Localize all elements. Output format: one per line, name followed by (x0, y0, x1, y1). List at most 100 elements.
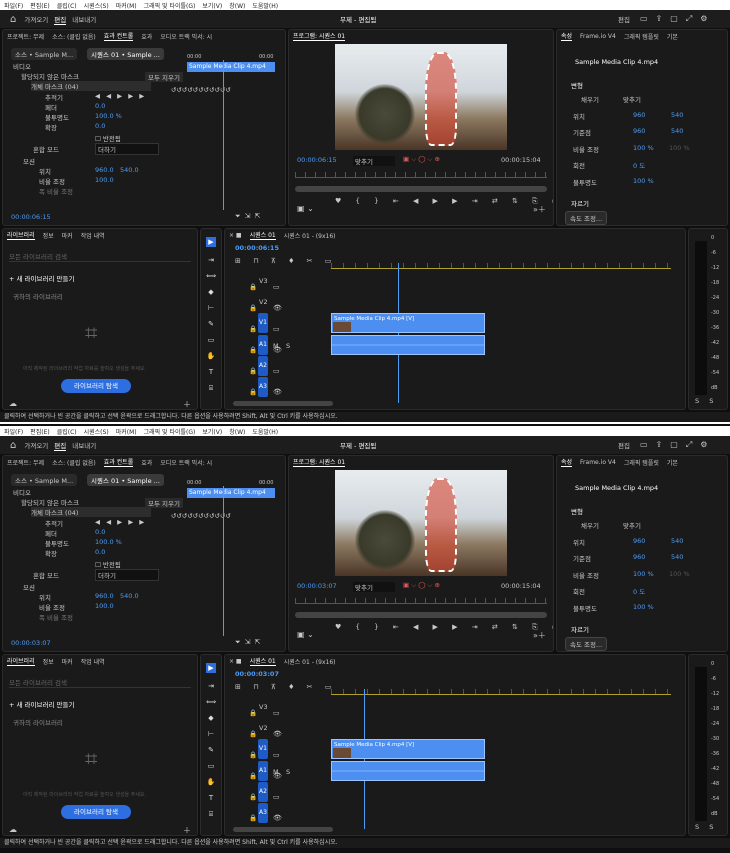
audio-clip[interactable] (331, 761, 485, 781)
menu-sequence[interactable]: 시퀀스(S) (84, 427, 109, 436)
fill-button[interactable]: 채우기 (581, 94, 599, 104)
timeline-ruler[interactable] (331, 689, 671, 695)
monitor-settings-icon[interactable]: ▣ ⌄ (297, 630, 314, 639)
menu-clip[interactable]: 클립(C) (57, 1, 77, 10)
track-select-icon[interactable]: ⇥ (206, 255, 216, 265)
transform-label[interactable]: 변형 (571, 80, 583, 90)
video-clip[interactable]: Sample Media Clip 4.mp4 [V] (331, 739, 485, 759)
tab-export[interactable]: 내보내기 (72, 440, 96, 450)
timeline-tools[interactable]: ⊞ ⊓ ⊼ ♦ ✂ ▭ (235, 257, 336, 265)
mute-label-a1[interactable]: M (273, 768, 279, 776)
timeline-tools[interactable]: ⊞ ⊓ ⊼ ♦ ✂ ▭ (235, 683, 336, 691)
add-button-icon[interactable]: »＋ (533, 204, 546, 215)
menu-view[interactable]: 보기(V) (202, 427, 222, 436)
tab-effects[interactable]: 효과 (141, 458, 152, 467)
ec-footer-icons[interactable]: ⏷⇲⇱ (235, 212, 264, 221)
menu-file[interactable]: 파일(F) (4, 427, 23, 436)
track-lock-icons[interactable]: 🔒 🔒 🔒 🔒 🔒 🔒 (249, 703, 257, 829)
caption-tool-icon[interactable]: ⌸ (206, 809, 216, 819)
mute-label-a1[interactable]: M (273, 342, 279, 350)
ec-playhead[interactable] (223, 60, 224, 210)
ec-clip-bar[interactable]: Sample Media Clip 4.mp4 (187, 488, 275, 498)
program-timecode[interactable]: 00:00:06:15 (297, 156, 337, 164)
timeline-timecode[interactable]: 00:00:03:07 (235, 670, 279, 678)
transport-controls[interactable]: ♥ { } ⇤ ◀ ▶ ▶ ⇥ ⇄ ⇅ ⎘ ◉ (335, 197, 553, 206)
speed-button[interactable]: 속도 조정... (565, 211, 608, 225)
audio-clip[interactable] (331, 335, 485, 355)
library-search-input[interactable]: 모든 라이브러리 검색 (9, 251, 191, 262)
track-v1-target[interactable]: V1 (258, 313, 268, 333)
prop-pos-x[interactable]: 960 (633, 111, 645, 119)
timeline-timecode[interactable]: 00:00:06:15 (235, 244, 279, 252)
fit-dropdown[interactable]: 맞추기 (353, 156, 395, 166)
program-ruler[interactable] (295, 598, 547, 604)
ec-playhead[interactable] (223, 486, 224, 636)
tab-library[interactable]: 라이브러리 (7, 656, 35, 666)
prop-anc-y[interactable]: 540 (671, 553, 683, 561)
prop-opacity-value[interactable]: 100 % (633, 603, 654, 611)
menu-graphics[interactable]: 그래픽 및 타이틀(G) (144, 427, 196, 436)
menu-marker[interactable]: 마커(M) (116, 1, 137, 10)
type-tool-icon[interactable]: T (206, 793, 216, 803)
library-add-icon[interactable]: ＋ (183, 825, 191, 835)
hand-tool-icon[interactable]: ✋ (206, 351, 216, 361)
fit-button[interactable]: 맞추기 (623, 520, 641, 530)
object-mask-row[interactable]: 개체 마스크 (04) (31, 81, 151, 91)
menu-help[interactable]: 도움말(H) (252, 1, 278, 10)
track-lock-icons[interactable]: 🔒 🔒 🔒 🔒 🔒 🔒 (249, 277, 257, 403)
track-a2-target[interactable]: A2 (258, 356, 268, 376)
tab-effects[interactable]: 효과 (141, 32, 152, 41)
menu-window[interactable]: 창(W) (229, 1, 245, 10)
ec-footer-icons[interactable]: ⏷⇲⇱ (235, 638, 264, 647)
tab-edit[interactable]: 편집 (54, 14, 67, 25)
sequence-chip[interactable]: 시퀀스 01 • Sample ... (87, 48, 164, 60)
prop-pos-x[interactable]: 960 (633, 537, 645, 545)
tab-audio-mixer[interactable]: 오디오 트랙 믹서: 시 (160, 32, 212, 41)
solo-buttons[interactable]: S S (695, 397, 717, 405)
position-x[interactable]: 960.0 (95, 592, 114, 600)
tab-export[interactable]: 내보내기 (72, 14, 96, 24)
blend-mode-select[interactable]: 더하기 (95, 143, 159, 155)
tab-history[interactable]: 작업 내역 (81, 231, 105, 240)
tracker-controls[interactable]: ◀ ◀ ▶ ▶ ▶ (95, 518, 146, 526)
opacity-value[interactable]: 100.0 % (95, 538, 122, 546)
track-a3-target[interactable]: A3 (258, 803, 268, 823)
tab-graphic-templates[interactable]: 그래픽 템플릿 (624, 32, 659, 41)
feather-value[interactable]: 0.0 (95, 102, 105, 110)
pen-icon[interactable]: ✎ (206, 319, 216, 329)
tab-frameio[interactable]: Frame.io V4 (580, 459, 616, 466)
monitor-settings-icon[interactable]: ▣ ⌄ (297, 204, 314, 213)
timeline-close-icon[interactable]: × ■ (229, 658, 242, 665)
razor-icon[interactable]: ◆ (206, 287, 216, 297)
track-a3-target[interactable]: A3 (258, 377, 268, 397)
tab-properties[interactable]: 속성 (561, 457, 573, 467)
edit-workspace-label[interactable]: 편집 (618, 14, 630, 24)
tab-library[interactable]: 라이브러리 (7, 230, 35, 240)
expand-value[interactable]: 0.0 (95, 122, 105, 130)
menu-marker[interactable]: 마커(M) (116, 427, 137, 436)
tab-basic[interactable]: 기본 (667, 32, 678, 41)
tab-info[interactable]: 정보 (43, 657, 54, 666)
reset-icons[interactable]: ↺↺↺↺↺↺↺↺↺↺↺ (171, 85, 231, 95)
tab-sequence-916[interactable]: 시퀀스 01 - (9x16) (284, 231, 336, 240)
playhead-line[interactable] (364, 689, 365, 829)
prop-scale-value[interactable]: 100 % (633, 144, 654, 152)
program-ruler[interactable] (295, 172, 547, 178)
solo-label-a1[interactable]: S (286, 768, 290, 776)
invert-checkbox[interactable]: ☐ 반전됨 (95, 559, 121, 569)
rectangle-icon[interactable]: ▭ (206, 761, 216, 771)
tab-effect-controls[interactable]: 효과 컨트롤 (103, 457, 134, 467)
add-button-icon[interactable]: »＋ (533, 630, 546, 641)
home-icon[interactable]: ⌂ (10, 14, 16, 25)
object-mask-row[interactable]: 개체 마스크 (04) (31, 507, 151, 517)
ec-timecode[interactable]: 00:00:03:07 (11, 639, 51, 647)
track-a2-target[interactable]: A2 (258, 782, 268, 802)
program-scrollbar[interactable] (295, 612, 547, 618)
scale-value[interactable]: 100.0 (95, 602, 114, 610)
menu-view[interactable]: 보기(V) (202, 1, 222, 10)
transform-label[interactable]: 변형 (571, 506, 583, 516)
tab-properties[interactable]: 속성 (561, 31, 573, 41)
program-timecode[interactable]: 00:00:03:07 (297, 582, 337, 590)
tab-history[interactable]: 작업 내역 (81, 657, 105, 666)
tab-basic[interactable]: 기본 (667, 458, 678, 467)
